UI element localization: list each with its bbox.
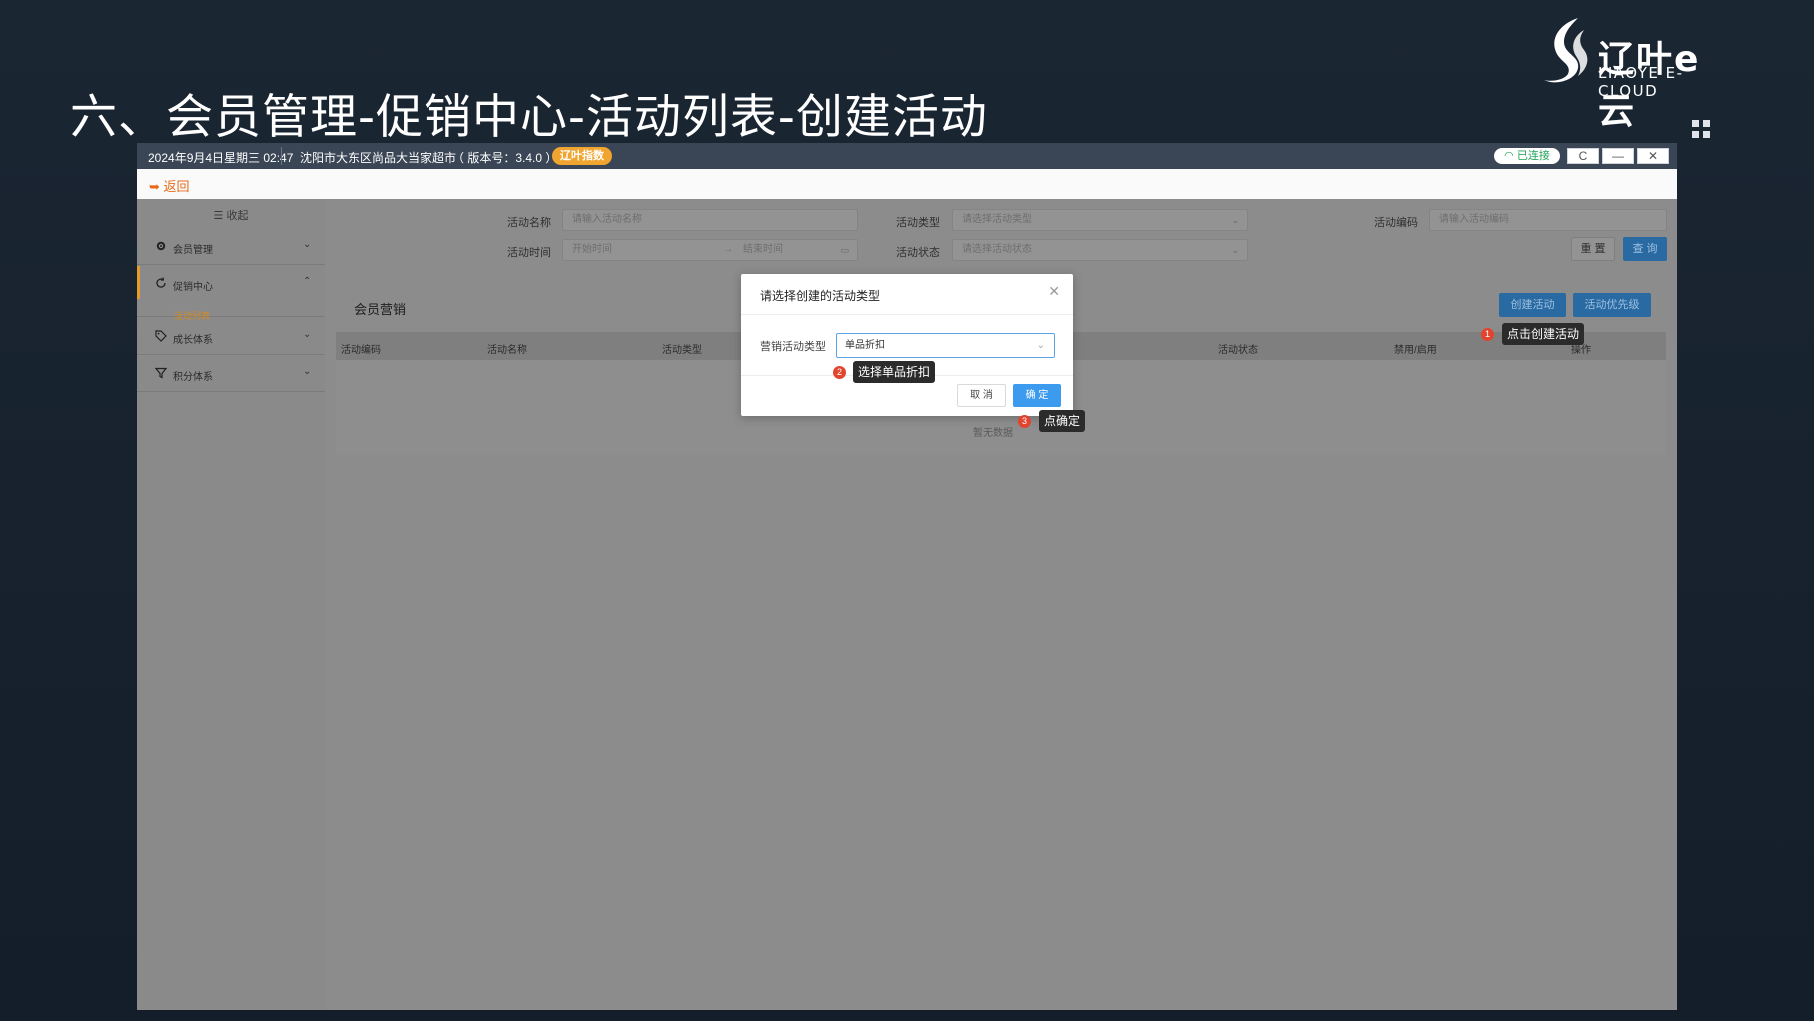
activity-type-select[interactable]: 单品折扣 ⌄ xyxy=(836,333,1055,358)
version-label: （ 版本号：3.4.0 ） xyxy=(452,151,558,165)
wifi-icon: ◠ xyxy=(1504,150,1517,162)
empty-state: 暂无数据 xyxy=(973,428,1013,439)
sidebar-item-growth[interactable]: 成长体系 ⌄ xyxy=(137,319,325,355)
activity-priority-button[interactable]: 活动优先级 xyxy=(1573,293,1651,317)
time-label: 活动时间 xyxy=(507,247,551,259)
connection-label: 已连接 xyxy=(1516,150,1550,162)
sidebar-item-member[interactable]: 会员管理 ⌄ xyxy=(137,229,325,265)
status-label: 活动状态 xyxy=(896,247,940,259)
name-input[interactable]: 请输入活动名称 xyxy=(562,209,858,231)
type-label: 活动类型 xyxy=(896,217,940,229)
activity-type-dialog: 请选择创建的活动类型 ✕ 营销活动类型 单品折扣 ⌄ 取 消 确 定 xyxy=(741,274,1073,416)
chevron-down-icon: ⌄ xyxy=(1231,215,1239,225)
calendar-icon: ▭ xyxy=(840,245,849,255)
cancel-button[interactable]: 取 消 xyxy=(957,384,1006,407)
selected-value: 单品折扣 xyxy=(845,340,885,351)
chevron-down-icon: ⌄ xyxy=(303,239,312,250)
sidebar-item-label: 会员管理 xyxy=(173,245,213,256)
step-3-marker: 3 xyxy=(1018,415,1031,428)
logo-mark-icon xyxy=(1544,18,1588,83)
active-indicator xyxy=(137,266,140,299)
start-time-placeholder: 开始时间 xyxy=(572,244,612,255)
type-select-placeholder: 请选择活动类型 xyxy=(962,214,1032,225)
range-arrow-icon: → xyxy=(723,244,733,255)
query-button[interactable]: 查 询 xyxy=(1623,237,1667,261)
name-label: 活动名称 xyxy=(507,217,551,229)
sidebar: ☰ 收起 会员管理 ⌄ 促销中心 ⌃ 活动列表 成长体系 ⌄ 积分体系 ⌄ xyxy=(137,199,325,1010)
refresh-icon xyxy=(156,277,166,288)
code-input[interactable]: 请输入活动编码 xyxy=(1429,209,1667,231)
filter-icon xyxy=(155,367,167,379)
gear-icon xyxy=(156,241,166,251)
close-icon[interactable]: ✕ xyxy=(1048,283,1060,300)
back-label: 返回 xyxy=(163,179,190,194)
reset-button[interactable]: 重 置 xyxy=(1571,237,1615,261)
column-header: 禁用/启用 xyxy=(1394,345,1437,356)
time-range-input[interactable]: 开始时间 → 结束时间 ▭ xyxy=(562,239,858,261)
sidebar-item-label: 成长体系 xyxy=(173,335,213,346)
column-header: 活动名称 xyxy=(487,345,527,356)
section-title: 会员营销 xyxy=(354,302,407,317)
dialog-title: 请选择创建的活动类型 xyxy=(760,289,881,303)
column-header: 活动类型 xyxy=(662,345,702,356)
connection-status: ◠ 已连接 xyxy=(1494,148,1560,164)
chevron-up-icon: ⌃ xyxy=(303,276,312,287)
datetime: 2024年9月4日星期三 02:47 xyxy=(148,151,294,165)
sidebar-item-points[interactable]: 积分体系 ⌄ xyxy=(137,356,325,392)
minimize-button[interactable]: — xyxy=(1602,148,1634,164)
status-select[interactable]: 请选择活动状态 ⌄ xyxy=(952,239,1248,261)
back-arrow-icon: ➥ xyxy=(149,179,160,194)
activity-type-label: 营销活动类型 xyxy=(760,341,826,353)
chevron-down-icon: ⌄ xyxy=(303,366,312,377)
sidebar-item-label: 促销中心 xyxy=(173,282,213,293)
slide-title: 六、会员管理-促销中心-活动列表-创建活动 xyxy=(70,90,988,145)
column-header: 活动状态 xyxy=(1218,345,1258,356)
close-window-button[interactable]: ✕ xyxy=(1637,148,1669,164)
code-label: 活动编码 xyxy=(1374,217,1418,229)
create-activity-button[interactable]: 创建活动 xyxy=(1499,293,1566,317)
step-3-tip: 点确定 xyxy=(1039,410,1086,432)
back-bar: ➥ 返回 xyxy=(137,169,1677,199)
step-1-tip: 点击创建活动 xyxy=(1502,323,1585,345)
chevron-down-icon: ⌄ xyxy=(303,329,312,340)
step-2-marker: 2 xyxy=(833,366,846,379)
grid-icon xyxy=(1692,120,1712,140)
chevron-down-icon: ⌄ xyxy=(1231,245,1239,255)
step-1-marker: 1 xyxy=(1481,328,1494,341)
brand-badge[interactable]: 辽叶指数 xyxy=(552,147,612,165)
end-time-placeholder: 结束时间 xyxy=(743,244,783,255)
confirm-button[interactable]: 确 定 xyxy=(1013,384,1061,407)
store-name: 沈阳市大东区尚品大当家超市 xyxy=(300,151,457,165)
brand-logo: 辽叶e云 LIAOYE E-CLOUD xyxy=(1538,14,1738,132)
back-button[interactable]: ➥ 返回 xyxy=(149,176,190,195)
logo-subtitle: LIAOYE E-CLOUD xyxy=(1598,64,1684,100)
type-select[interactable]: 请选择活动类型 ⌄ xyxy=(952,209,1248,231)
divider xyxy=(741,314,1073,315)
status-select-placeholder: 请选择活动状态 xyxy=(962,244,1032,255)
step-2-tip: 选择单品折扣 xyxy=(853,361,936,383)
chevron-down-icon: ⌄ xyxy=(1036,340,1045,351)
sidebar-item-label: 积分体系 xyxy=(173,372,213,383)
sidebar-item-promotion[interactable]: 促销中心 ⌃ xyxy=(137,266,325,317)
title-bar: 2024年9月4日星期三 02:47 沈阳市大东区尚品大当家超市 （ 版本号：3… xyxy=(137,143,1677,169)
tag-icon xyxy=(155,330,167,342)
column-header: 活动编码 xyxy=(341,345,381,356)
collapse-button[interactable]: ☰ 收起 xyxy=(137,207,325,223)
refresh-button[interactable]: C xyxy=(1567,148,1599,164)
